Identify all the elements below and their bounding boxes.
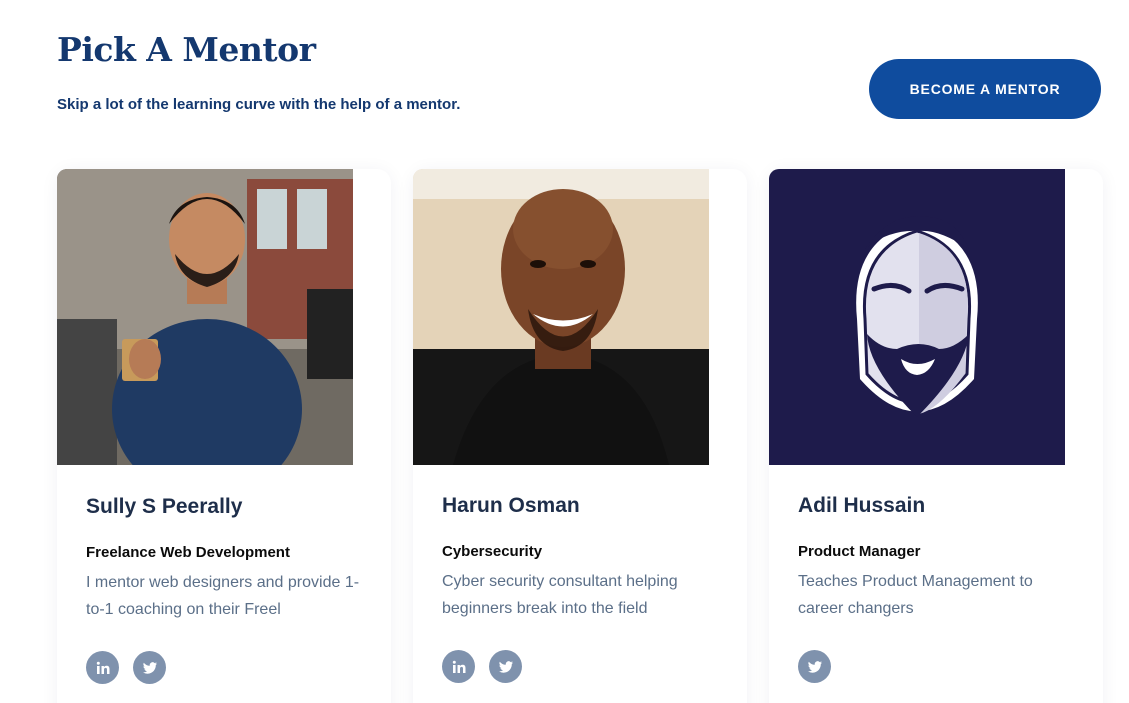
mentor-description: Cyber security consultant helping beginn…	[442, 573, 678, 617]
twitter-icon[interactable]	[798, 650, 831, 683]
become-mentor-button[interactable]: BECOME A MENTOR	[869, 59, 1101, 119]
mentor-avatar-illustration	[769, 169, 1065, 465]
mentor-card[interactable]: Sully S Peerally Freelance Web Developme…	[57, 169, 391, 703]
mentor-photo-image	[57, 169, 353, 465]
linkedin-icon[interactable]	[86, 651, 119, 684]
mentor-photo	[413, 169, 709, 465]
twitter-icon[interactable]	[489, 650, 522, 683]
mentor-photo	[57, 169, 353, 465]
social-links	[442, 650, 522, 683]
page-subtitle: Skip a lot of the learning curve with th…	[57, 96, 461, 113]
linkedin-icon[interactable]	[442, 650, 475, 683]
mentor-name: Adil Hussain	[798, 494, 926, 517]
mentor-role: Cybersecurity	[442, 543, 543, 560]
mentor-card[interactable]: Harun Osman Cybersecurity Cyber security…	[413, 169, 747, 703]
social-links	[798, 650, 831, 683]
mentor-photo-image	[413, 169, 709, 465]
twitter-icon[interactable]	[133, 651, 166, 684]
mentor-card[interactable]: Adil Hussain Product Manager Teaches Pro…	[769, 169, 1103, 703]
social-links	[86, 651, 166, 684]
mentor-role: Freelance Web Development	[86, 544, 290, 561]
page-title: Pick A Mentor	[57, 30, 316, 69]
mentor-role: Product Manager	[798, 543, 921, 560]
mentor-avatar	[769, 169, 1065, 465]
mentor-name: Sully S Peerally	[86, 495, 243, 518]
mentor-description: I mentor web designers and provide 1-to-…	[86, 574, 360, 618]
mentor-description: Teaches Product Management to career cha…	[798, 573, 1033, 617]
mentor-name: Harun Osman	[442, 494, 580, 517]
